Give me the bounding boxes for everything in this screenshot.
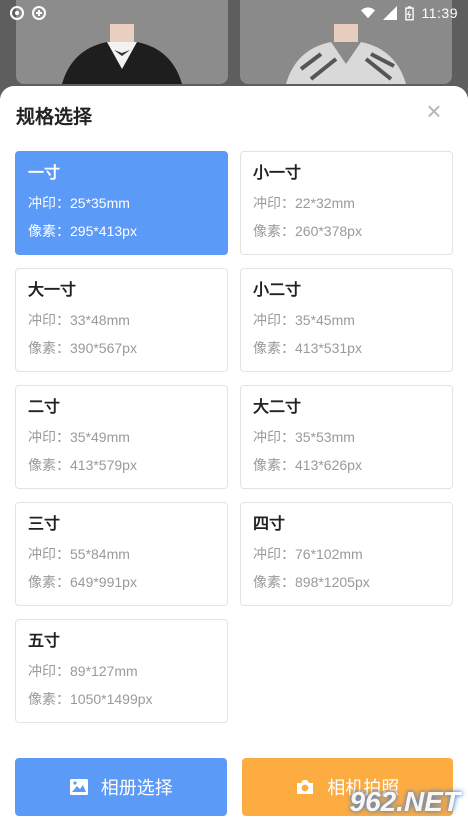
spec-name: 二寸 [28,399,61,416]
camera-capture-button[interactable]: 相机拍照 [241,758,453,816]
spec-card-3[interactable]: 大一寸 冲印：33*48mm 像素：390*567px [15,268,228,372]
image-icon [69,779,88,795]
spec-card-2[interactable]: 小一寸 冲印：22*32mm 像素：260*378px [240,151,453,255]
spec-print-size: 冲印：25*35mm [28,195,130,211]
person-silhouette-left [62,24,182,84]
notification-icon [10,6,24,20]
spec-name: 一寸 [28,165,61,182]
spec-card-7[interactable]: 三寸 冲印：55*84mm 像素：649*991px [15,502,228,606]
spec-print-size: 冲印：55*84mm [28,546,130,562]
spec-name: 四寸 [253,516,286,533]
spec-pixel-size: 像素：413*579px [28,457,137,473]
spec-print-size: 冲印：22*32mm [253,195,355,211]
sheet-title: 规格选择 [16,107,93,128]
spec-card-9[interactable]: 五寸 冲印：89*127mm 像素：1050*1499px [15,619,228,723]
spec-name: 小一寸 [253,165,302,182]
spec-print-size: 冲印：33*48mm [28,312,130,328]
signal-icon [382,6,397,20]
spec-card-5[interactable]: 二寸 冲印：35*49mm 像素：413*579px [15,385,228,489]
camera-capture-label: 相机拍照 [327,778,400,798]
spec-print-size: 冲印：35*49mm [28,429,130,445]
spec-pixel-size: 像素：649*991px [28,574,137,590]
notification-icon-2 [32,6,46,20]
spec-pixel-size: 像素：390*567px [28,340,137,356]
spec-name: 小二寸 [253,282,302,299]
spec-pixel-size: 像素：413*626px [253,457,362,473]
status-right: 11:39 [360,5,459,21]
action-bar: 相册选择 相机拍照 [15,758,453,816]
album-select-label: 相册选择 [100,778,173,798]
close-icon[interactable]: × [422,98,446,124]
camera-icon [297,780,314,794]
status-bar: 11:39 [0,0,468,26]
spec-name: 五寸 [28,633,61,650]
spec-pixel-size: 像素：413*531px [253,340,362,356]
album-select-button[interactable]: 相册选择 [15,758,227,816]
spec-pixel-size: 像素：260*378px [253,223,362,239]
spec-print-size: 冲印：89*127mm [28,663,138,679]
spec-pixel-size: 像素：1050*1499px [28,691,153,707]
spec-card-1[interactable]: 一寸 冲印：25*35mm 像素：295*413px [15,151,228,255]
wifi-icon [360,7,375,19]
spec-card-8[interactable]: 四寸 冲印：76*102mm 像素：898*1205px [240,502,453,606]
spec-name: 大一寸 [28,282,77,299]
status-left [10,6,46,20]
spec-print-size: 冲印：76*102mm [253,546,363,562]
spec-card-4[interactable]: 小二寸 冲印：35*45mm 像素：413*531px [240,268,453,372]
spec-name: 大二寸 [253,399,302,416]
spec-selection-sheet: 规格选择 × 一寸 冲印：25*35mm 像素：295*413px 小一寸 冲印… [0,86,468,832]
spec-pixel-size: 像素：295*413px [28,223,137,239]
spec-grid: 一寸 冲印：25*35mm 像素：295*413px 小一寸 冲印：22*32m… [15,151,453,723]
spec-print-size: 冲印：35*53mm [253,429,355,445]
clock: 11:39 [421,5,458,21]
spec-pixel-size: 像素：898*1205px [253,574,370,590]
spec-name: 三寸 [28,516,61,533]
battery-icon [404,5,414,20]
person-silhouette-right [286,24,406,84]
spec-print-size: 冲印：35*45mm [253,312,355,328]
spec-card-6[interactable]: 大二寸 冲印：35*53mm 像素：413*626px [240,385,453,489]
